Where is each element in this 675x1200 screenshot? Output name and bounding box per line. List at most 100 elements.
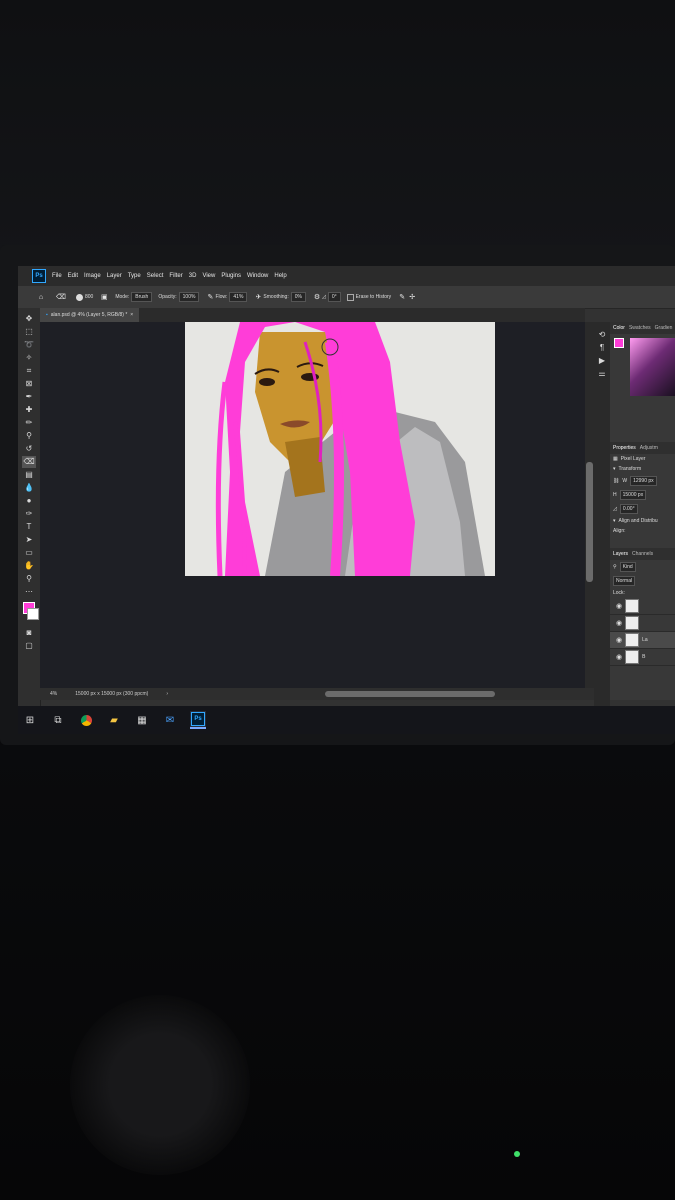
layer-kind-filter[interactable]: Kind xyxy=(619,562,636,572)
menu-filter[interactable]: Filter xyxy=(169,273,182,279)
gradient-tool-icon[interactable]: ▤ xyxy=(22,469,36,481)
task-view-icon[interactable]: ⧉ xyxy=(50,712,66,728)
status-arrow-icon[interactable]: › xyxy=(166,691,168,697)
healing-brush-tool-icon[interactable]: ✚ xyxy=(22,404,36,416)
adjust-panel-icon[interactable]: ⚌ xyxy=(595,368,609,380)
canvas-area[interactable] xyxy=(40,322,585,688)
lasso-tool-icon[interactable]: ➰ xyxy=(22,339,36,351)
visibility-eye-icon[interactable]: ◉ xyxy=(616,602,622,610)
history-brush-tool-icon[interactable]: ↺ xyxy=(22,443,36,455)
menu-type[interactable]: Type xyxy=(128,273,141,279)
flow-control[interactable]: Flow: 41% xyxy=(215,292,248,302)
quick-mask-icon[interactable]: ◙ xyxy=(22,626,36,638)
brush-tool-icon[interactable]: ✏ xyxy=(22,417,36,429)
pen-tool-icon[interactable]: ✑ xyxy=(22,508,36,520)
tab-channels[interactable]: Channels xyxy=(632,551,653,557)
menu-view[interactable]: View xyxy=(202,273,215,279)
zoom-tool-icon[interactable]: ⚲ xyxy=(22,573,36,585)
angle-field[interactable]: 0.00° xyxy=(619,504,638,514)
brush-size-picker[interactable]: 800 xyxy=(76,293,93,301)
erase-history-option[interactable]: Erase to History xyxy=(346,293,391,301)
align-header[interactable]: ▾ Align and Distribu xyxy=(610,516,675,526)
menu-3d[interactable]: 3D xyxy=(189,273,197,279)
symmetry-icon[interactable]: ✢ xyxy=(407,292,417,302)
transform-header[interactable]: ▾ Transform xyxy=(610,464,675,474)
layer-row[interactable]: ◉ B xyxy=(610,649,675,666)
height-field[interactable]: 15000 px xyxy=(619,490,647,500)
menu-select[interactable]: Select xyxy=(147,273,164,279)
visibility-eye-icon[interactable]: ◉ xyxy=(616,636,622,644)
hand-tool-icon[interactable]: ✋ xyxy=(22,560,36,572)
move-tool-icon[interactable]: ✥ xyxy=(22,313,36,325)
opacity-control[interactable]: Opacity: 100% xyxy=(158,292,200,302)
blend-mode-select[interactable]: Normal xyxy=(613,576,636,586)
pressure-size-icon[interactable]: ✎ xyxy=(397,292,407,302)
more-tools-icon[interactable]: ⋯ xyxy=(22,586,36,598)
marquee-tool-icon[interactable]: ⬚ xyxy=(22,326,36,338)
angle-input[interactable]: 0° xyxy=(327,292,341,302)
tab-gradients[interactable]: Gradien xyxy=(655,325,673,331)
layer-row[interactable]: ◉ xyxy=(610,615,675,632)
path-select-tool-icon[interactable]: ➤ xyxy=(22,534,36,546)
smoothing-control[interactable]: Smoothing: 0% xyxy=(263,292,306,302)
horizontal-scroll-thumb[interactable] xyxy=(325,691,495,697)
layer-row[interactable]: ◉ xyxy=(610,598,675,615)
opacity-input[interactable]: 100% xyxy=(178,292,200,302)
document-tab[interactable]: ▪ alan.psd @ 4% (Layer 5, RGB/8) * × xyxy=(40,308,140,322)
history-panel-icon[interactable]: ⟲ xyxy=(595,329,609,341)
crop-tool-icon[interactable]: ⌗ xyxy=(22,365,36,377)
airbrush-icon[interactable]: ✈ xyxy=(253,292,263,302)
visibility-eye-icon[interactable]: ◉ xyxy=(616,619,622,627)
menu-image[interactable]: Image xyxy=(84,273,101,279)
brush-settings-icon[interactable]: ▣ xyxy=(99,292,109,302)
tab-swatches[interactable]: Swatches xyxy=(629,325,651,331)
zoom-level[interactable]: 4% xyxy=(50,691,57,697)
erase-history-checkbox[interactable] xyxy=(346,293,354,301)
quick-select-tool-icon[interactable]: ✧ xyxy=(22,352,36,364)
store-icon[interactable]: ▦ xyxy=(134,712,150,728)
vertical-scroll-thumb[interactable] xyxy=(586,462,593,582)
clone-stamp-tool-icon[interactable]: ⚲ xyxy=(22,430,36,442)
tab-layers[interactable]: Layers xyxy=(613,551,628,557)
mode-select[interactable]: Brush xyxy=(131,292,153,302)
menu-window[interactable]: Window xyxy=(247,273,268,279)
photoshop-icon[interactable]: Ps xyxy=(190,711,206,729)
flow-input[interactable]: 41% xyxy=(229,292,248,302)
tab-adjustments[interactable]: Adjustm xyxy=(640,445,658,451)
layer-row-active[interactable]: ◉ La xyxy=(610,632,675,649)
dodge-tool-icon[interactable]: ● xyxy=(22,495,36,507)
artwork-canvas[interactable] xyxy=(185,322,495,576)
eraser-tool-preset-icon[interactable]: ⌫ xyxy=(56,292,66,302)
color-panel-foreground-swatch[interactable] xyxy=(614,338,624,348)
file-explorer-icon[interactable]: ▰ xyxy=(106,712,122,728)
mail-icon[interactable]: ✉ xyxy=(162,712,178,728)
link-icon[interactable]: ⛓ xyxy=(613,478,619,484)
tab-properties[interactable]: Properties xyxy=(613,445,636,451)
vertical-scrollbar[interactable] xyxy=(585,322,594,688)
blur-tool-icon[interactable]: 💧 xyxy=(22,482,36,494)
eyedropper-tool-icon[interactable]: ✒ xyxy=(22,391,36,403)
menu-file[interactable]: File xyxy=(52,273,62,279)
angle-control[interactable]: ◿ 0° xyxy=(322,292,341,302)
menu-help[interactable]: Help xyxy=(274,273,286,279)
frame-tool-icon[interactable]: ⊠ xyxy=(22,378,36,390)
home-icon[interactable]: ⌂ xyxy=(36,292,46,302)
screen-mode-icon[interactable]: ▢ xyxy=(22,639,36,651)
pressure-opacity-icon[interactable]: ✎ xyxy=(205,292,215,302)
rectangle-tool-icon[interactable]: ▭ xyxy=(22,547,36,559)
eraser-tool-icon[interactable]: ⌫ xyxy=(22,455,36,468)
visibility-eye-icon[interactable]: ◉ xyxy=(616,653,622,661)
paragraph-panel-icon[interactable]: ¶ xyxy=(595,342,609,354)
chrome-icon[interactable] xyxy=(78,712,94,728)
actions-panel-icon[interactable]: ▶ xyxy=(595,355,609,367)
menu-plugins[interactable]: Plugins xyxy=(221,273,241,279)
mode-control[interactable]: Mode: Brush xyxy=(115,292,153,302)
smoothing-gear-icon[interactable]: ⚙ xyxy=(312,292,322,302)
menu-edit[interactable]: Edit xyxy=(68,273,78,279)
close-icon[interactable]: × xyxy=(130,312,133,318)
tab-color[interactable]: Color xyxy=(613,325,625,331)
width-field[interactable]: 12990 px xyxy=(630,476,657,486)
type-tool-icon[interactable]: T xyxy=(22,521,36,533)
windows-start-icon[interactable]: ⊞ xyxy=(22,712,38,728)
background-color-swatch[interactable] xyxy=(27,608,39,620)
